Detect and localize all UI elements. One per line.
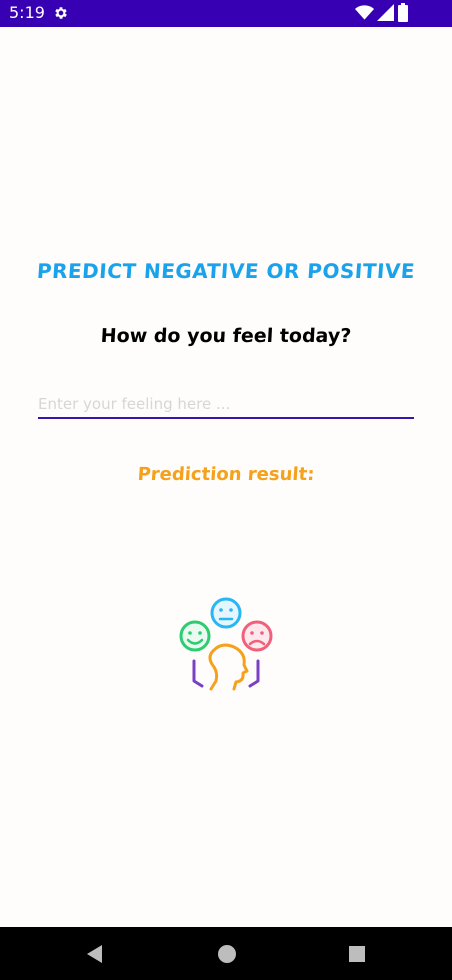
navigation-bar (0, 927, 452, 980)
back-icon[interactable] (84, 943, 106, 965)
hands-icon (192, 659, 260, 688)
sad-face-icon (241, 620, 273, 652)
prediction-result-value (0, 500, 452, 520)
recents-icon[interactable] (346, 943, 368, 965)
feeling-input[interactable] (38, 390, 414, 419)
signal-icon (377, 4, 394, 21)
prediction-result-label: Prediction result: (136, 464, 316, 485)
status-bar: 5:19 (0, 0, 452, 27)
neutral-face-icon (210, 597, 242, 629)
app-screen: 5:19 PREDICT NEGATIVE OR POSITIVE How do… (0, 0, 452, 980)
home-icon[interactable] (216, 943, 238, 965)
page-title: PREDICT NEGATIVE OR POSITIVE (36, 259, 416, 283)
head-icon (208, 643, 249, 691)
status-time: 5:19 (9, 3, 45, 22)
feeling-input-container (38, 390, 414, 420)
gear-icon (55, 7, 67, 19)
emotions-illustration (179, 597, 273, 691)
feeling-question: How do you feel today? (100, 325, 352, 347)
battery-icon (398, 3, 408, 22)
wifi-icon (355, 5, 374, 20)
happy-face-icon (179, 620, 211, 652)
